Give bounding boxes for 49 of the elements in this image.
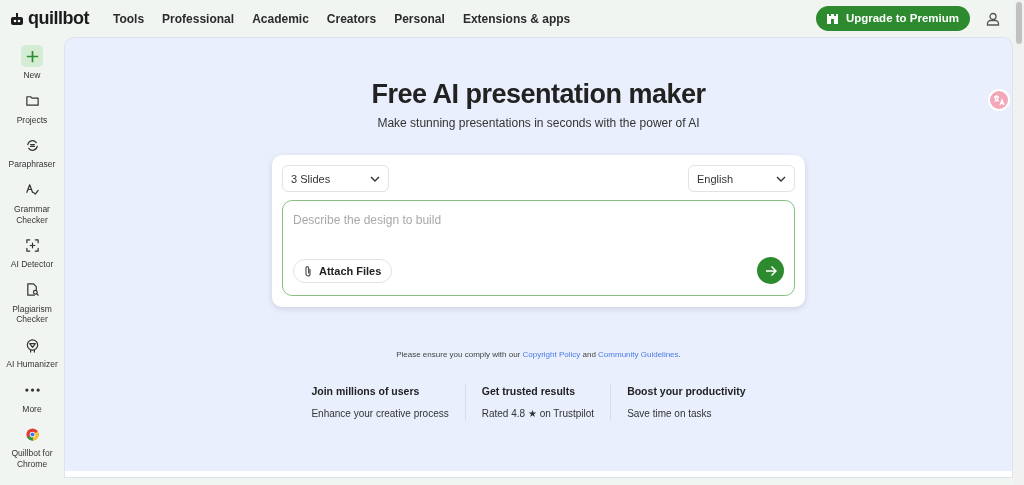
sidebar-item[interactable]: AI Detector xyxy=(0,234,64,270)
sidebar-item[interactable]: Projects xyxy=(0,89,64,126)
attach-files-button[interactable]: Attach Files xyxy=(293,258,393,284)
document-search-icon xyxy=(24,282,40,298)
dots-icon xyxy=(24,387,40,392)
page-title: Free AI presentation maker xyxy=(371,78,706,111)
sidebar-item[interactable]: AI Humanizer xyxy=(0,334,64,370)
sidebar-item[interactable]: More xyxy=(0,378,64,415)
head-icon xyxy=(24,337,40,353)
feature-text: Rated 4.8 ★ on Trustpilot xyxy=(481,407,595,422)
slides-dropdown[interactable]: 3 Slides xyxy=(282,165,389,193)
browser-logo-icon xyxy=(24,426,40,442)
sidebar-item[interactable]: Paraphraser xyxy=(0,134,64,170)
language-dropdown[interactable]: English xyxy=(688,165,795,193)
paperclip-icon xyxy=(304,264,312,277)
nav-link[interactable]: Personal xyxy=(394,9,445,28)
chevron-icon xyxy=(370,175,380,182)
feature-text: Enhance your creative process xyxy=(311,407,449,422)
feature-title: Join millions of users xyxy=(311,384,421,400)
castle-icon xyxy=(826,13,838,24)
policy-link[interactable]: Copyright Policy xyxy=(522,350,581,360)
sidebar-item[interactable]: Grammar Checker xyxy=(0,178,64,226)
upgrade-button[interactable]: Upgrade to Premium xyxy=(815,5,970,32)
scan-icon xyxy=(24,237,40,253)
cycle-icon xyxy=(24,137,40,153)
nav-link[interactable]: Creators xyxy=(326,9,377,28)
logo-icon xyxy=(10,11,24,26)
arrow-icon xyxy=(764,264,777,277)
nav-link[interactable]: Tools xyxy=(113,9,145,28)
feature-title: Get trusted results xyxy=(481,384,577,400)
page-subtitle: Make stunning presentations in seconds with the power of AI xyxy=(377,115,700,133)
sidebar-item[interactable]: Quillbot for Chrome xyxy=(0,423,64,470)
text-check-icon xyxy=(24,182,40,198)
sidebar-item[interactable]: Plagiarism Checker xyxy=(0,278,64,325)
brand-logo[interactable]: quillbot xyxy=(28,5,89,32)
feature-title: Boost your productivity xyxy=(627,384,746,400)
nav-link[interactable]: Academic xyxy=(252,9,309,28)
send-button[interactable] xyxy=(757,257,784,285)
folder-icon xyxy=(24,93,40,109)
chevron-icon xyxy=(776,175,786,182)
feature-text: Save time on tasks xyxy=(627,407,713,422)
sidebar-item[interactable]: New xyxy=(0,45,64,81)
plus-icon xyxy=(24,48,40,64)
nav-link[interactable]: Professional xyxy=(162,9,235,28)
account-icon[interactable] xyxy=(986,11,1000,26)
compliance-notice: Please ensure you comply with our Copyright Policy and Community Guidelines. xyxy=(396,349,681,362)
policy-link[interactable]: Community Guidelines xyxy=(598,350,679,360)
prompt-field[interactable]: Describe the design to build Attach Files xyxy=(282,200,795,297)
nav-link[interactable]: Extensions & apps xyxy=(462,9,571,28)
